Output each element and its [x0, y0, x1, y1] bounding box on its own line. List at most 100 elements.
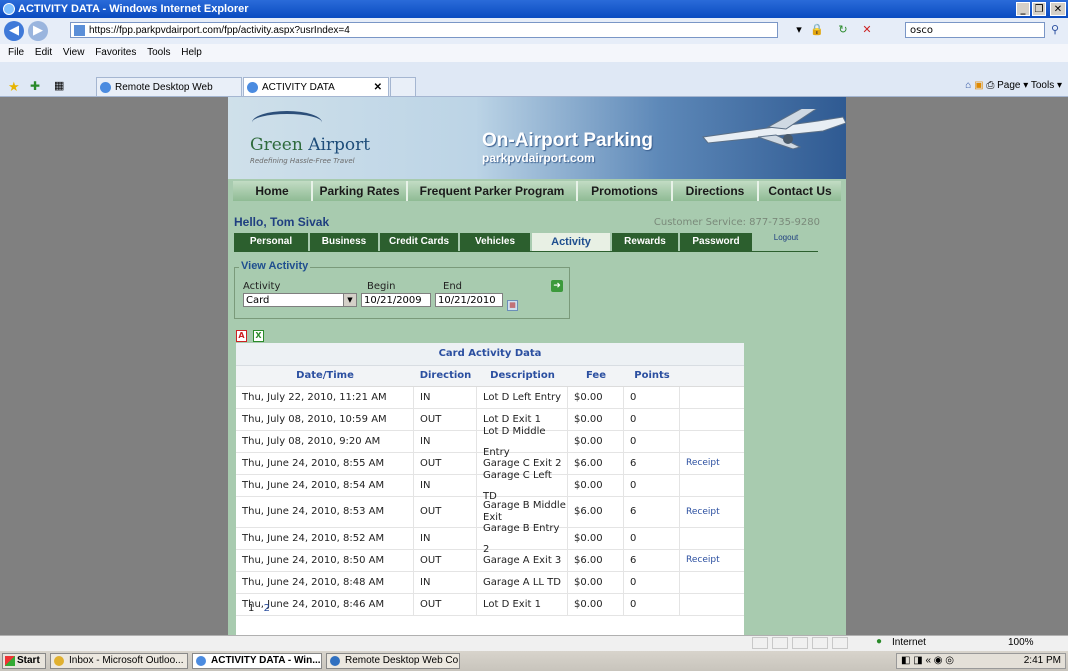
tab-list-icon[interactable]: ▦ — [54, 79, 64, 92]
cell-direction: OUT — [414, 497, 477, 527]
favorites-star-icon[interactable]: ★ — [8, 79, 20, 95]
calendar-icon[interactable]: ▦ — [507, 300, 518, 311]
cell-direction-text: IN — [420, 392, 431, 403]
cell-fee-text: $0.00 — [574, 577, 603, 588]
cell-receipt: Receipt — [680, 453, 744, 474]
logout-link[interactable]: Logout — [754, 233, 818, 251]
cell-fee-text: $0.00 — [574, 392, 603, 403]
globe-icon: ● — [876, 636, 883, 647]
cell-fee-text: $6.00 — [574, 506, 603, 517]
menu-view[interactable]: View — [63, 44, 85, 62]
lock-icon[interactable]: 🔒 — [810, 23, 824, 37]
add-favorite-icon[interactable]: ✚ — [30, 79, 40, 93]
status-pane — [772, 637, 788, 649]
back-icon[interactable]: ◀ — [4, 21, 24, 41]
begin-date-input[interactable]: 10/21/2009 — [361, 293, 431, 307]
menu-edit[interactable]: Edit — [35, 44, 52, 62]
end-date-input[interactable]: 10/21/2010 — [435, 293, 503, 307]
account-subnav: Personal Business Credit Cards Vehicles … — [234, 233, 818, 251]
nav-directions[interactable]: Directions — [673, 181, 759, 201]
grid-caption: Card Activity Data — [236, 343, 744, 366]
task-activity-data[interactable]: ACTIVITY DATA - Win... — [192, 653, 322, 669]
subnav-credit-cards[interactable]: Credit Cards — [380, 233, 460, 251]
activity-select[interactable]: Card ▼ — [243, 293, 357, 307]
zoom-level[interactable]: 100% — [1008, 637, 1034, 648]
menu-help[interactable]: Help — [181, 44, 202, 62]
menu-favorites[interactable]: Favorites — [95, 44, 136, 62]
subnav-business[interactable]: Business — [310, 233, 380, 251]
header-receipt — [680, 366, 744, 386]
task-remote-desktop[interactable]: Remote Desktop Web Co... — [326, 653, 460, 669]
site-logo[interactable]: Green Airport — [250, 135, 370, 155]
cell-description-text: Lot D Exit 1 — [483, 599, 541, 610]
subnav-activity[interactable]: Activity — [532, 233, 612, 251]
home-icon[interactable]: ⌂ — [965, 80, 971, 91]
header-fee: Fee — [586, 370, 606, 381]
subnav-personal[interactable]: Personal — [234, 233, 310, 251]
receipt-link[interactable]: Receipt — [686, 453, 720, 474]
cell-receipt — [680, 528, 744, 549]
command-labels[interactable]: Page ▾ Tools ▾ — [997, 80, 1062, 91]
subnav-vehicles[interactable]: Vehicles — [460, 233, 532, 251]
nav-home[interactable]: Home — [233, 181, 313, 201]
grid-header-row: Date/Time Direction Description Fee Poin… — [236, 366, 744, 387]
tab-close-icon[interactable]: ✕ — [374, 78, 382, 97]
dropdown-arrow-icon[interactable]: ▾ — [792, 23, 806, 37]
search-input[interactable]: osco — [905, 22, 1045, 38]
receipt-link[interactable]: Receipt — [686, 506, 720, 518]
cell-fee: $0.00 — [568, 409, 624, 430]
begin-label: Begin — [367, 281, 396, 292]
feeds-icon[interactable]: ▣ — [974, 80, 983, 91]
go-arrow-icon[interactable]: ➜ — [551, 280, 563, 292]
cell-direction: IN — [414, 475, 477, 496]
close-button[interactable]: ✕ — [1050, 2, 1066, 16]
url-field[interactable]: https://fpp.parkpvdairport.com/fpp/activ… — [70, 22, 778, 38]
cell-date-time: Thu, June 24, 2010, 8:48 AM — [236, 572, 414, 593]
nav-frequent-parker[interactable]: Frequent Parker Program — [408, 181, 578, 201]
subnav-rewards[interactable]: Rewards — [612, 233, 680, 251]
menu-tools[interactable]: Tools — [147, 44, 170, 62]
new-tab-button[interactable] — [390, 77, 416, 96]
cell-direction-text: OUT — [420, 506, 442, 517]
cell-fee: $0.00 — [568, 387, 624, 408]
pdf-icon[interactable]: A — [236, 330, 247, 342]
forward-icon[interactable]: ▶ — [28, 21, 48, 41]
receipt-link[interactable]: Receipt — [686, 550, 720, 571]
chevron-down-icon[interactable]: ▼ — [343, 294, 356, 306]
minimize-button[interactable]: _ — [1016, 2, 1030, 16]
cell-date-time: Thu, June 24, 2010, 8:52 AM — [236, 528, 414, 549]
page-2-link[interactable]: 2 — [264, 603, 270, 614]
cell-date-time-text: Thu, June 24, 2010, 8:54 AM — [242, 480, 385, 491]
cell-points: 0 — [624, 431, 680, 452]
search-icon[interactable]: ⚲ — [1048, 23, 1062, 37]
cell-fee: $0.00 — [568, 475, 624, 496]
cell-date-time: Thu, June 24, 2010, 8:50 AM — [236, 550, 414, 571]
cell-points-text: 6 — [630, 458, 637, 469]
cell-receipt — [680, 409, 744, 430]
cell-description: Garage A Exit 3 — [477, 550, 568, 571]
task-outlook[interactable]: Inbox - Microsoft Outloo... — [50, 653, 188, 669]
cell-points: 6 — [624, 497, 680, 527]
tab-remote-desktop[interactable]: Remote Desktop Web Conne... — [96, 77, 242, 112]
tab-activity-data[interactable]: ACTIVITY DATA ✕ — [243, 77, 389, 96]
cell-fee: $6.00 — [568, 453, 624, 474]
menu-file[interactable]: File — [8, 44, 24, 62]
maximize-button[interactable]: ❐ — [1032, 2, 1046, 16]
window-title: ACTIVITY DATA - Windows Internet Explore… — [18, 3, 249, 15]
cell-receipt — [680, 387, 744, 408]
subnav-password[interactable]: Password — [680, 233, 754, 251]
stop-icon[interactable]: ✕ — [860, 23, 874, 37]
end-label: End — [443, 281, 463, 292]
cell-fee-text: $0.00 — [574, 480, 603, 491]
table-row: Thu, June 24, 2010, 8:48 AM IN Garage A LL… — [236, 572, 744, 594]
refresh-icon[interactable]: ↻ — [836, 23, 850, 37]
tray-icons[interactable]: ◧ ◨ « ◉ ◎ — [901, 654, 954, 668]
excel-icon[interactable]: X — [253, 330, 264, 342]
nav-parking-rates[interactable]: Parking Rates — [313, 181, 408, 201]
cell-points-text: 0 — [630, 577, 637, 588]
ie-icon — [196, 656, 206, 666]
nav-contact-us[interactable]: Contact Us — [759, 181, 841, 201]
nav-promotions[interactable]: Promotions — [578, 181, 673, 201]
print-icon[interactable]: ⎙ — [986, 80, 994, 91]
start-button[interactable]: Start — [2, 653, 46, 669]
